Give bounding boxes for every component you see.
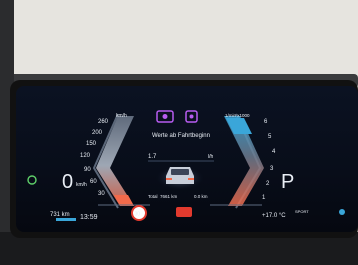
trip-unit: l/h [208, 154, 214, 160]
speed-unit-label: km/h [116, 113, 127, 119]
speed-scale-90: 90 [84, 167, 91, 173]
range-value: 0.0 km [194, 194, 208, 199]
car-window [171, 169, 189, 175]
assist-indicator-right-dot [189, 114, 194, 119]
car-taillight-right [188, 178, 194, 180]
speed-scale-60: 60 [90, 179, 97, 185]
current-speed-unit: km/h [76, 182, 87, 188]
trip-value: 1.7 [148, 154, 157, 160]
clock: 13:59 [80, 214, 98, 221]
drive-mode-label: SPORT [295, 209, 309, 214]
speed-scale-200: 200 [92, 130, 103, 136]
current-speed: 0 [62, 171, 73, 193]
speed-limit-value: 30 [135, 212, 141, 218]
speed-scale-260: 260 [98, 119, 109, 125]
speed-scale-30: 30 [98, 191, 105, 197]
battery-gauge-bar [56, 218, 76, 221]
trip-title: Werte ab Fahrtbeginn [152, 133, 210, 139]
parking-assist-icon [339, 209, 345, 215]
odometer: 731 km [50, 212, 70, 218]
windshield-area [12, 0, 358, 78]
car-taillight-left [166, 178, 172, 180]
speed-scale-120: 120 [80, 153, 91, 159]
speed-scale-150: 150 [86, 141, 97, 147]
outside-temperature: +17.0 °C [262, 213, 286, 219]
power-unit-label: 1/min x1000 [225, 113, 250, 118]
gear-indicator: P [281, 171, 294, 193]
total-value: 7661 km [160, 194, 178, 199]
instrument-cluster-photo: km/h 260 200 150 120 90 60 30 0 km/h 1/m… [0, 0, 358, 265]
assist-indicator-left-dot [162, 114, 168, 119]
total-label: Total [148, 194, 158, 199]
traffic-assist-icon [176, 207, 192, 217]
